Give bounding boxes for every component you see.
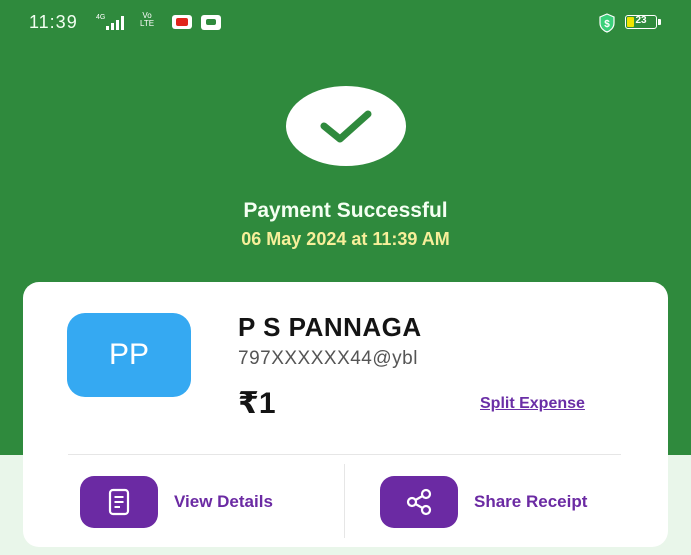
actions-divider (344, 464, 345, 538)
share-icon (380, 476, 458, 528)
view-details-button[interactable]: View Details (80, 474, 273, 530)
share-receipt-button[interactable]: Share Receipt (380, 474, 587, 530)
payment-amount: ₹1 (238, 387, 276, 420)
battery-percent: 23 (635, 15, 647, 26)
battery-icon: 23 (625, 15, 657, 29)
view-details-label: View Details (174, 492, 273, 511)
payment-status-title: Payment Successful (243, 199, 448, 222)
svg-text:$: $ (604, 19, 610, 30)
volte-indicator: Vo LTE (140, 11, 155, 28)
document-icon (80, 476, 158, 528)
success-check-icon (286, 86, 406, 166)
payment-datetime: 06 May 2024 at 11:39 AM (241, 229, 450, 249)
payee-name: P S PANNAGA (238, 312, 422, 342)
split-expense-link[interactable]: Split Expense (480, 395, 585, 413)
youtube-icon (172, 15, 192, 29)
message-icon (201, 15, 221, 30)
payment-card: PP P S PANNAGA 797XXXXXX44@ybl ₹1 Split … (23, 282, 668, 547)
network-tag: 4G (96, 14, 106, 21)
shield-icon: $ (599, 13, 615, 33)
card-divider (68, 454, 621, 455)
battery-nub (658, 19, 661, 25)
status-time: 11:39 (29, 12, 78, 32)
payee-upi-id: 797XXXXXX44@ybl (238, 348, 418, 369)
share-receipt-label: Share Receipt (474, 492, 588, 511)
avatar: PP (67, 313, 191, 397)
status-bar: 11:39 4G Vo LTE $ 23 (0, 0, 691, 46)
signal-icon: 4G (96, 14, 124, 30)
